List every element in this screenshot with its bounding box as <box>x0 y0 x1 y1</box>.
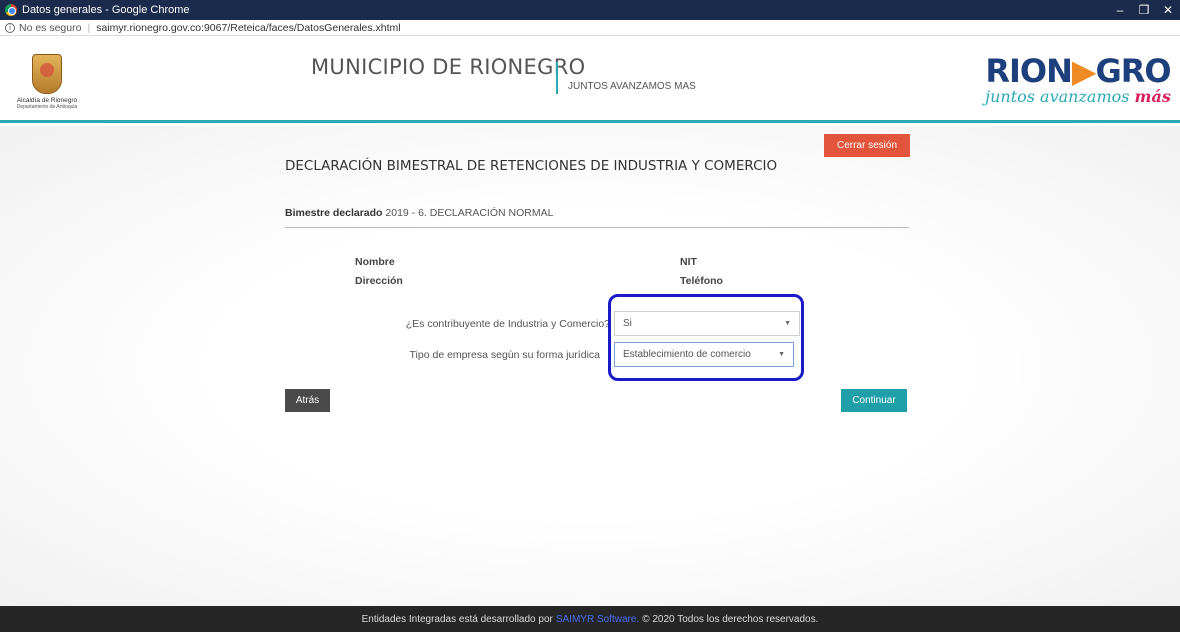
logout-button[interactable]: Cerrar sesión <box>824 134 910 157</box>
address-bar[interactable]: i No es seguro | saimyr.rionegro.gov.co:… <box>0 20 1180 36</box>
brand-part1: RION <box>985 52 1073 90</box>
close-icon[interactable]: ✕ <box>1156 0 1180 20</box>
chevron-down-icon: ▼ <box>784 320 791 327</box>
brand-tagline: juntos avanzamos más <box>980 88 1176 106</box>
declared-period: Bimestre declarado 2019 - 6. DECLARACIÓN… <box>285 207 553 219</box>
brand-name: RION▶GRO <box>980 54 1176 88</box>
rionegro-brand-logo: RION▶GRO juntos avanzamos más <box>980 54 1176 124</box>
period-value: 2019 - 6. DECLARACIÓN NORMAL <box>385 207 554 219</box>
back-button[interactable]: Atrás <box>285 389 330 412</box>
company-type-select-value: Establecimiento de comercio <box>623 349 751 360</box>
header-slogan: JUNTOS AVANZAMOS MAS <box>568 81 696 92</box>
footer-text-after: © 2020 Todos los derechos reservados. <box>642 613 819 625</box>
main-content: Cerrar sesión DECLARACIÓN BIMESTRAL DE R… <box>0 126 1180 606</box>
period-divider <box>285 227 909 228</box>
address-separator: | <box>87 21 91 34</box>
selection-highlight-box <box>608 294 804 381</box>
crest-line2: Departamento de Antioquia <box>16 104 78 110</box>
minimize-icon[interactable]: – <box>1108 0 1132 20</box>
taxpayer-select[interactable]: Si ▼ <box>614 311 800 336</box>
site-footer: Entidades Integradas está desarrollado p… <box>0 606 1180 632</box>
company-type-label: Tipo de empresa según su forma jurídica <box>409 349 600 361</box>
page-title: DECLARACIÓN BIMESTRAL DE RETENCIONES DE … <box>285 158 778 174</box>
direccion-label: Dirección <box>355 275 403 287</box>
chrome-icon <box>5 4 17 16</box>
crest-line1: Alcaldía de Rionegro <box>16 97 78 104</box>
footer-text-before: Entidades Integradas está desarrollado p… <box>361 613 553 625</box>
window-controls: – ❐ ✕ <box>1108 0 1180 20</box>
brand-tag-main: juntos avanzamos <box>985 87 1135 106</box>
taxpayer-select-value: Si <box>623 318 632 329</box>
crest-shield-icon <box>32 54 62 94</box>
url-text[interactable]: saimyr.rionegro.gov.co:9067/Reteica/face… <box>96 22 400 34</box>
company-type-select[interactable]: Establecimiento de comercio ▼ <box>614 342 794 367</box>
nombre-label: Nombre <box>355 256 395 268</box>
header-title: MUNICIPIO DE RIONEGRO <box>311 55 586 79</box>
header-divider <box>556 62 558 94</box>
period-label: Bimestre declarado <box>285 207 383 219</box>
brand-arrow-icon: ▶ <box>1071 52 1097 90</box>
chevron-down-icon: ▼ <box>778 351 785 358</box>
telefono-label: Teléfono <box>680 275 723 287</box>
restore-icon[interactable]: ❐ <box>1132 0 1156 20</box>
window-title: Datos generales - Google Chrome <box>22 4 190 16</box>
municipality-crest: Alcaldía de Rionegro Departamento de Ant… <box>6 54 88 118</box>
footer-saimyr-link[interactable]: SAIMYR Software. <box>556 614 639 625</box>
info-icon[interactable]: i <box>5 22 15 33</box>
site-header: Alcaldía de Rionegro Departamento de Ant… <box>0 37 1180 123</box>
nit-label: NIT <box>680 256 697 268</box>
security-label[interactable]: No es seguro <box>19 22 81 34</box>
taxpayer-question-label: ¿Es contribuyente de Industria y Comerci… <box>405 318 610 330</box>
continue-button[interactable]: Continuar <box>841 389 907 412</box>
browser-title-bar: Datos generales - Google Chrome – ❐ ✕ <box>0 0 1180 20</box>
brand-tag-accent: más <box>1134 87 1171 106</box>
brand-part2: GRO <box>1095 52 1172 90</box>
